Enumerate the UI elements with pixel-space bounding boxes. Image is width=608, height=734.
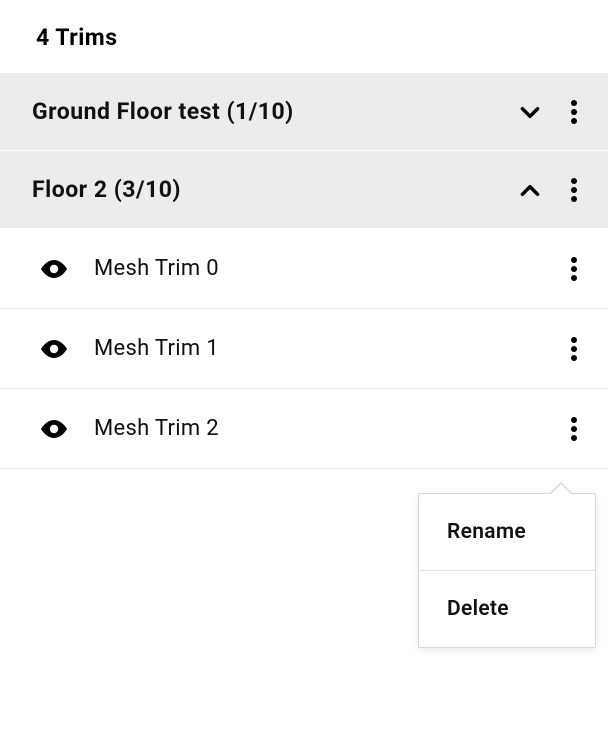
kebab-icon[interactable] [556, 247, 592, 291]
trim-item: Mesh Trim 0 [0, 229, 608, 309]
delete-menu-item[interactable]: Delete [419, 570, 595, 647]
visibility-icon[interactable] [34, 409, 74, 449]
visibility-icon[interactable] [34, 329, 74, 369]
floor-group-ground[interactable]: Ground Floor test (1/10) [0, 73, 608, 151]
trim-label: Mesh Trim 2 [94, 416, 552, 441]
trim-item: Mesh Trim 1 [0, 309, 608, 389]
kebab-icon[interactable] [556, 327, 592, 371]
rename-menu-item[interactable]: Rename [419, 494, 595, 570]
panel-title: 4 Trims [0, 0, 608, 73]
trim-label: Mesh Trim 0 [94, 256, 552, 281]
floor-group-label: Floor 2 (3/10) [32, 176, 508, 203]
kebab-icon[interactable] [556, 407, 592, 451]
floor-group-label: Ground Floor test (1/10) [32, 98, 508, 125]
trim-label: Mesh Trim 1 [94, 336, 552, 361]
chevron-up-icon[interactable] [508, 168, 552, 212]
chevron-down-icon[interactable] [508, 90, 552, 134]
trim-item: Mesh Trim 2 [0, 389, 608, 469]
kebab-icon[interactable] [556, 168, 592, 212]
floor-group-floor2[interactable]: Floor 2 (3/10) [0, 151, 608, 229]
context-menu: Rename Delete [418, 493, 596, 648]
kebab-icon[interactable] [556, 90, 592, 134]
visibility-icon[interactable] [34, 249, 74, 289]
